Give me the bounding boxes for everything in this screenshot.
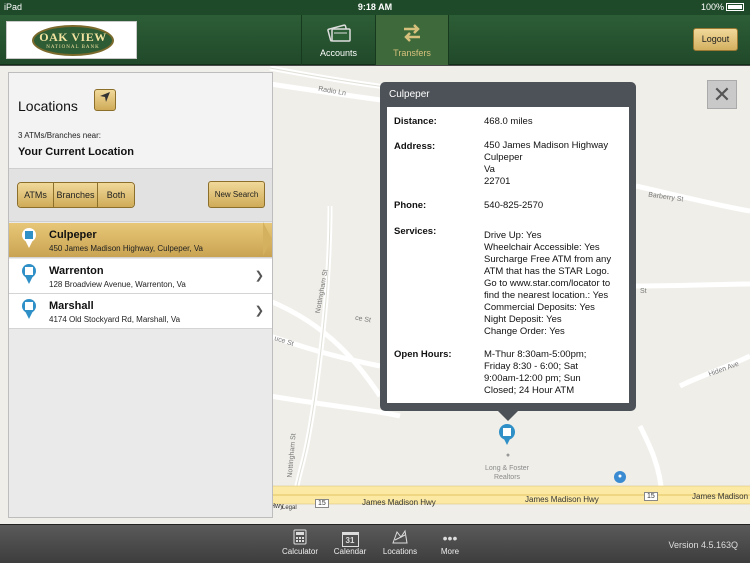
address-value: 450 James Madison Highway Culpeper Va 22… bbox=[484, 140, 609, 187]
services-label: Services: bbox=[394, 226, 437, 237]
popup-details: Distance: 468.0 miles Address: 450 James… bbox=[387, 107, 629, 403]
poi-dot-icon: ● bbox=[505, 452, 511, 459]
poi-service-icon: ● bbox=[614, 471, 626, 483]
map-legal-link[interactable]: Legal bbox=[282, 505, 297, 511]
phone-label: Phone: bbox=[394, 200, 427, 211]
tab-more-label: More bbox=[440, 547, 460, 556]
close-icon[interactable]: ✕ bbox=[707, 80, 737, 109]
map-label-james-madison-hwy-2: James Madison Hwy bbox=[525, 495, 599, 504]
logo-name: OAK VIEW bbox=[39, 30, 107, 44]
filter-bar: ATMs Branches Both New Search bbox=[9, 168, 272, 222]
location-address: 450 James Madison Highway, Culpeper, Va bbox=[49, 244, 204, 253]
filter-atms[interactable]: ATMs bbox=[18, 183, 54, 207]
current-location-button[interactable] bbox=[94, 89, 116, 111]
map-label-st: St bbox=[640, 288, 647, 295]
transfers-icon bbox=[376, 23, 448, 45]
map-label-james-madison-3: James Madison bbox=[692, 492, 749, 501]
logo-subtitle: NATIONAL BANK bbox=[46, 45, 100, 50]
address-label: Address: bbox=[394, 141, 436, 152]
battery-icon bbox=[726, 3, 744, 11]
results-count: 3 ATMs/Branches near: bbox=[18, 131, 101, 140]
route-15-shield: 15 bbox=[315, 499, 329, 508]
bottom-toolbar: Calculator 31 Calendar Locations ••• Mor… bbox=[0, 524, 750, 563]
popup-title: Culpeper bbox=[389, 89, 430, 100]
bank-logo: OAK VIEW NATIONAL BANK bbox=[6, 21, 137, 59]
calendar-icon: 31 bbox=[326, 529, 374, 547]
type-filter: ATMs Branches Both bbox=[17, 182, 135, 208]
chevron-right-icon: ❯ bbox=[254, 305, 264, 317]
list-item[interactable]: Warrenton 128 Broadview Avenue, Warrento… bbox=[9, 259, 272, 294]
bank-pin-icon bbox=[22, 264, 36, 284]
location-name: Marshall bbox=[49, 300, 94, 312]
tab-locations-label: Locations bbox=[382, 547, 418, 556]
battery-percent: 100% bbox=[700, 2, 724, 12]
tab-transfers[interactable]: Transfers bbox=[375, 15, 449, 65]
panel-title: Locations bbox=[18, 98, 78, 114]
location-name: Culpeper bbox=[49, 229, 97, 241]
chevron-right-icon: ❯ bbox=[254, 270, 264, 282]
near-location: Your Current Location bbox=[18, 146, 134, 158]
accounts-icon bbox=[302, 23, 375, 45]
filter-both[interactable]: Both bbox=[98, 183, 134, 207]
hours-value: M-Thur 8:30am-5:00pm; Friday 8:30 - 6:00… bbox=[484, 349, 587, 396]
more-icon: ••• bbox=[442, 530, 458, 546]
filter-branches[interactable]: Branches bbox=[54, 183, 98, 207]
location-marker[interactable] bbox=[499, 424, 515, 445]
locations-icon bbox=[376, 529, 424, 547]
map-label-james-madison-hwy: James Madison Hwy bbox=[362, 498, 436, 507]
location-name: Warrenton bbox=[49, 265, 104, 277]
distance-value: 468.0 miles bbox=[484, 116, 533, 127]
logout-button[interactable]: Logout bbox=[693, 28, 738, 51]
battery-indicator: 100% bbox=[701, 2, 744, 12]
tab-transfers-label: Transfers bbox=[393, 48, 431, 58]
poi-label-long-foster: Long & Foster Realtors bbox=[485, 465, 529, 481]
locations-panel: Locations 3 ATMs/Branches near: Your Cur… bbox=[8, 72, 273, 518]
location-popup: Culpeper Distance: 468.0 miles Address: … bbox=[380, 82, 636, 411]
tab-calculator[interactable]: Calculator bbox=[276, 529, 324, 556]
route-15-shield-2: 15 bbox=[644, 492, 658, 501]
status-time: 9:18 AM bbox=[357, 2, 393, 12]
tab-calculator-label: Calculator bbox=[281, 547, 318, 556]
popup-pointer bbox=[497, 410, 519, 421]
new-search-button[interactable]: New Search bbox=[208, 181, 265, 208]
bank-icon bbox=[503, 428, 511, 436]
calendar-day: 31 bbox=[341, 532, 359, 547]
status-bar: iPad 9:18 AM 100% bbox=[0, 0, 750, 15]
tab-calendar[interactable]: 31 Calendar bbox=[326, 529, 374, 556]
selection-pointer bbox=[263, 222, 272, 256]
location-arrow-icon bbox=[100, 92, 110, 102]
location-address: 4174 Old Stockyard Rd, Marshall, Va bbox=[49, 315, 181, 324]
bank-pin-icon bbox=[22, 228, 36, 248]
location-address: 128 Broadview Avenue, Warrenton, Va bbox=[49, 280, 186, 289]
version-label: Version 4.5.163Q bbox=[668, 540, 738, 550]
app-header: OAK VIEW NATIONAL BANK Accounts Transfer… bbox=[0, 15, 750, 65]
calculator-icon bbox=[276, 529, 324, 547]
distance-label: Distance: bbox=[394, 116, 437, 127]
tab-more[interactable]: ••• More bbox=[426, 529, 474, 556]
tab-accounts[interactable]: Accounts bbox=[301, 15, 375, 65]
tab-calendar-label: Calendar bbox=[333, 547, 367, 556]
services-value: Drive Up: Yes Wheelchair Accessible: Yes… bbox=[484, 230, 612, 337]
tab-accounts-label: Accounts bbox=[319, 48, 358, 58]
bank-pin-icon bbox=[22, 299, 36, 319]
list-item[interactable]: Culpeper 450 James Madison Highway, Culp… bbox=[9, 223, 272, 258]
tab-locations[interactable]: Locations bbox=[376, 529, 424, 556]
phone-value[interactable]: 540-825-2570 bbox=[484, 200, 629, 212]
list-item[interactable]: Marshall 4174 Old Stockyard Rd, Marshall… bbox=[9, 294, 272, 329]
hours-label: Open Hours: bbox=[394, 349, 452, 360]
